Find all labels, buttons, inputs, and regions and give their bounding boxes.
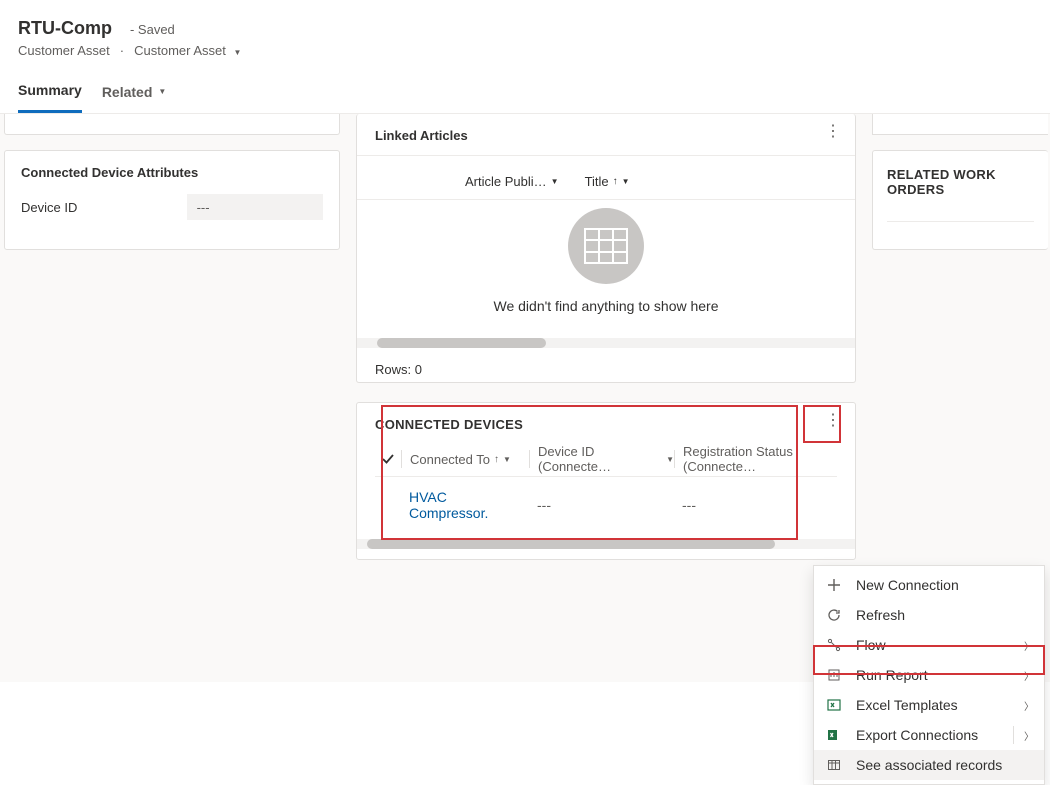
- more-icon[interactable]: ⋮: [825, 413, 841, 429]
- device-id-cell: ---: [529, 497, 674, 513]
- plus-icon: [826, 577, 842, 593]
- menu-see-associated-records[interactable]: See associated records: [814, 750, 1044, 780]
- records-icon: [826, 757, 842, 773]
- row-count: Rows: 0: [375, 362, 837, 377]
- empty-grid-icon: [568, 208, 644, 284]
- right-card-stub: [872, 114, 1048, 135]
- reg-status-cell: ---: [674, 497, 837, 513]
- select-all-checkbox[interactable]: [375, 453, 401, 465]
- chevron-down-icon: ▼: [234, 48, 242, 57]
- connected-to-link[interactable]: HVAC Compressor.: [401, 489, 529, 521]
- record-title: RTU-Comp: [18, 18, 112, 39]
- section-title: RELATED WORK ORDERS: [887, 167, 1034, 197]
- sort-asc-icon: ↑: [613, 176, 618, 187]
- menu-export-connections[interactable]: Export Connections 〉: [814, 720, 1044, 750]
- connected-device-attributes-card: Connected Device Attributes Device ID --…: [4, 150, 340, 250]
- menu-run-report[interactable]: Run Report 〉: [814, 660, 1044, 690]
- section-title: CONNECTED DEVICES: [375, 417, 837, 432]
- col-device-id[interactable]: Device ID (Connecte… ▼: [529, 450, 674, 468]
- chevron-down-icon: ▼: [551, 177, 559, 186]
- section-title: Connected Device Attributes: [21, 165, 323, 180]
- horizontal-scrollbar[interactable]: [357, 338, 855, 348]
- form-selector[interactable]: Customer Asset ▼: [134, 43, 241, 58]
- related-work-orders-card: RELATED WORK ORDERS: [872, 150, 1048, 250]
- section-title: Linked Articles: [375, 128, 837, 143]
- device-id-field[interactable]: ---: [187, 194, 323, 220]
- context-menu: New Connection Refresh Flow 〉 Run Report…: [813, 565, 1045, 785]
- refresh-icon: [826, 607, 842, 623]
- chevron-down-icon: ▼: [158, 87, 166, 96]
- horizontal-scrollbar[interactable]: [357, 539, 855, 549]
- col-article-publish[interactable]: Article Publi… ▼: [465, 174, 559, 189]
- chevron-right-icon: 〉: [1024, 638, 1034, 653]
- chevron-down-icon: ▼: [622, 177, 630, 186]
- chevron-down-icon: ▼: [666, 455, 674, 464]
- entity-label: Customer Asset: [18, 43, 110, 58]
- sort-asc-icon: ↑: [494, 454, 499, 465]
- more-icon[interactable]: ⋮: [825, 124, 841, 140]
- chevron-right-icon: 〉: [1024, 668, 1034, 683]
- flow-icon: [826, 637, 842, 653]
- menu-refresh[interactable]: Refresh: [814, 600, 1044, 630]
- chevron-right-icon: 〉: [1024, 728, 1034, 743]
- check-icon: [382, 453, 394, 465]
- left-card-stub: [4, 114, 340, 135]
- tab-summary[interactable]: Summary: [18, 72, 82, 113]
- empty-state-text: We didn't find anything to show here: [494, 298, 719, 314]
- menu-separator: [1013, 726, 1014, 744]
- col-title[interactable]: Title ↑ ▼: [585, 174, 630, 189]
- col-connected-to[interactable]: Connected To ↑ ▼: [401, 450, 529, 468]
- tab-related[interactable]: Related ▼: [102, 72, 167, 113]
- report-icon: [826, 667, 842, 683]
- table-row[interactable]: HVAC Compressor. --- ---: [375, 477, 837, 533]
- connected-devices-card: CONNECTED DEVICES ⋮ Connected To ↑ ▼ Dev…: [356, 402, 856, 560]
- col-registration-status[interactable]: Registration Status (Connecte…: [674, 450, 837, 468]
- device-id-label: Device ID: [21, 200, 167, 215]
- menu-flow[interactable]: Flow 〉: [814, 630, 1044, 660]
- save-status: - Saved: [130, 22, 175, 37]
- page-header: RTU-Comp - Saved Customer Asset · Custom…: [0, 0, 1050, 114]
- excel-export-icon: [826, 727, 842, 743]
- menu-new-connection[interactable]: New Connection: [814, 570, 1044, 600]
- excel-icon: [826, 697, 842, 713]
- menu-excel-templates[interactable]: Excel Templates 〉: [814, 690, 1044, 720]
- entity-separator: ·: [120, 43, 124, 58]
- chevron-down-icon: ▼: [503, 455, 511, 464]
- chevron-right-icon: 〉: [1024, 698, 1034, 713]
- linked-articles-card: Linked Articles ⋮ Article Publi… ▼ Title…: [356, 114, 856, 383]
- tab-list: Summary Related ▼: [18, 72, 1032, 113]
